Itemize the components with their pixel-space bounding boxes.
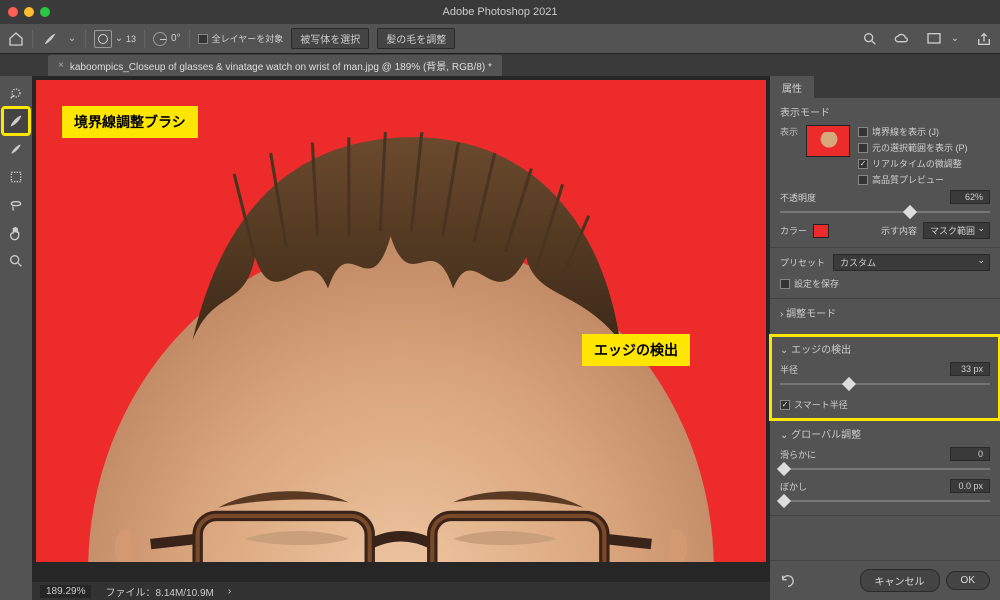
- brush-tool[interactable]: [3, 136, 29, 162]
- brush-size-control[interactable]: ⌄ 13: [94, 30, 136, 48]
- remember-settings-checkbox[interactable]: 設定を保存: [780, 277, 990, 290]
- feather-value[interactable]: 0.0 px: [950, 479, 990, 493]
- titlebar: Adobe Photoshop 2021: [0, 0, 1000, 24]
- photoshop-window: Adobe Photoshop 2021 ⌄ ⌄ 13 0° 全レイヤーを対象 …: [0, 0, 1000, 600]
- feather-slider[interactable]: [780, 495, 990, 507]
- indicate-dropdown[interactable]: マスク範囲: [923, 222, 990, 239]
- radius-value[interactable]: 33 px: [950, 362, 990, 376]
- annotation-edge-detect: エッジの検出: [582, 334, 690, 366]
- file-size-readout: 8.14M/10.9M: [155, 588, 213, 599]
- status-bar: 189.29% ファイル：8.14M/10.9M ›: [32, 582, 770, 600]
- workspace-dropdown-icon[interactable]: ⌄: [950, 33, 960, 44]
- status-more-icon[interactable]: ›: [228, 586, 231, 597]
- zoom-readout[interactable]: 189.29%: [40, 585, 91, 598]
- brush-preset-dropdown-icon[interactable]: ⌄: [67, 33, 77, 44]
- document-tab-bar: × kaboompics_Closeup of glasses & vinata…: [0, 54, 1000, 76]
- high-quality-preview-checkbox[interactable]: 高品質プレビュー: [858, 173, 968, 186]
- view-mode-thumbnail[interactable]: ⌄: [806, 125, 850, 157]
- lasso-tool[interactable]: [3, 192, 29, 218]
- annotation-refine-brush: 境界線調整ブラシ: [62, 106, 198, 138]
- brush-size-preview-icon: [94, 30, 112, 48]
- show-original-checkbox[interactable]: 元の選択範囲を表示 (P): [858, 141, 968, 154]
- edge-detection-section: エッジの検出 半径 33 px スマート半径: [770, 335, 1000, 420]
- refine-hair-button[interactable]: 髪の毛を調整: [377, 28, 455, 49]
- share-icon[interactable]: [976, 31, 992, 47]
- view-mode-heading: 表示モード: [780, 104, 990, 119]
- realtime-refine-checkbox[interactable]: リアルタイムの微調整: [858, 157, 968, 170]
- brush-size-value: 13: [126, 34, 136, 44]
- opacity-slider[interactable]: [780, 206, 990, 218]
- angle-dial-icon: [153, 32, 167, 46]
- quick-select-tool[interactable]: [3, 80, 29, 106]
- radius-label: 半径: [780, 363, 798, 376]
- home-icon[interactable]: [8, 31, 24, 47]
- select-subject-button[interactable]: 被写体を選択: [291, 28, 369, 49]
- opacity-value[interactable]: 62%: [950, 190, 990, 204]
- properties-tab[interactable]: 属性: [770, 76, 814, 99]
- preset-section: プリセット カスタム 設定を保存: [770, 248, 1000, 299]
- canvas[interactable]: [36, 80, 766, 562]
- show-edge-checkbox[interactable]: 境界線を表示 (J): [858, 125, 968, 138]
- cancel-button[interactable]: キャンセル: [860, 569, 940, 592]
- hand-tool[interactable]: [3, 220, 29, 246]
- cloud-docs-icon[interactable]: [894, 31, 910, 47]
- brush-icon: [41, 31, 59, 47]
- smooth-value[interactable]: 0: [950, 447, 990, 461]
- smooth-slider[interactable]: [780, 463, 990, 475]
- arrange-icon[interactable]: [926, 31, 942, 47]
- view-mode-section: 表示モード 表示 ⌄ 境界線を表示 (J) 元の選択範囲を表示 (P) リアルタ…: [770, 98, 1000, 248]
- opacity-label: 不透明度: [780, 191, 816, 204]
- edge-detection-heading[interactable]: エッジの検出: [780, 341, 990, 356]
- tool-strip: [0, 76, 32, 600]
- search-icon[interactable]: [862, 31, 878, 47]
- smart-radius-checkbox[interactable]: スマート半径: [780, 398, 990, 411]
- preset-dropdown[interactable]: カスタム: [833, 254, 990, 271]
- options-bar: ⌄ ⌄ 13 0° 全レイヤーを対象 被写体を選択 髪の毛を調整 ⌄: [0, 24, 1000, 54]
- app-title: Adobe Photoshop 2021: [0, 6, 1000, 18]
- refine-edge-brush-tool[interactable]: [3, 108, 29, 134]
- feather-label: ぼかし: [780, 480, 807, 493]
- global-refinements-section: グローバル調整 滑らかに 0 ぼかし 0.0 px: [770, 420, 1000, 516]
- brush-angle-control[interactable]: 0°: [153, 32, 181, 46]
- angle-value: 0°: [171, 33, 181, 44]
- sample-all-layers-checkbox[interactable]: 全レイヤーを対象: [198, 32, 284, 45]
- close-tab-icon[interactable]: ×: [58, 60, 64, 71]
- refine-mode-section[interactable]: 調整モード: [770, 299, 1000, 335]
- smooth-label: 滑らかに: [780, 448, 816, 461]
- reset-icon[interactable]: [780, 573, 796, 589]
- panel-footer: キャンセル OK: [770, 560, 1000, 600]
- properties-panel: 属性 表示モード 表示 ⌄ 境界線を表示 (J) 元の選択範囲を表示 (P) リ…: [770, 76, 1000, 600]
- radius-slider[interactable]: [780, 378, 990, 390]
- document-tab-label: kaboompics_Closeup of glasses & vinatage…: [70, 58, 492, 73]
- zoom-tool[interactable]: [3, 248, 29, 274]
- object-select-tool[interactable]: [3, 164, 29, 190]
- overlay-color-swatch[interactable]: [813, 224, 829, 238]
- ok-button[interactable]: OK: [946, 571, 990, 590]
- document-tab[interactable]: × kaboompics_Closeup of glasses & vinata…: [48, 55, 502, 76]
